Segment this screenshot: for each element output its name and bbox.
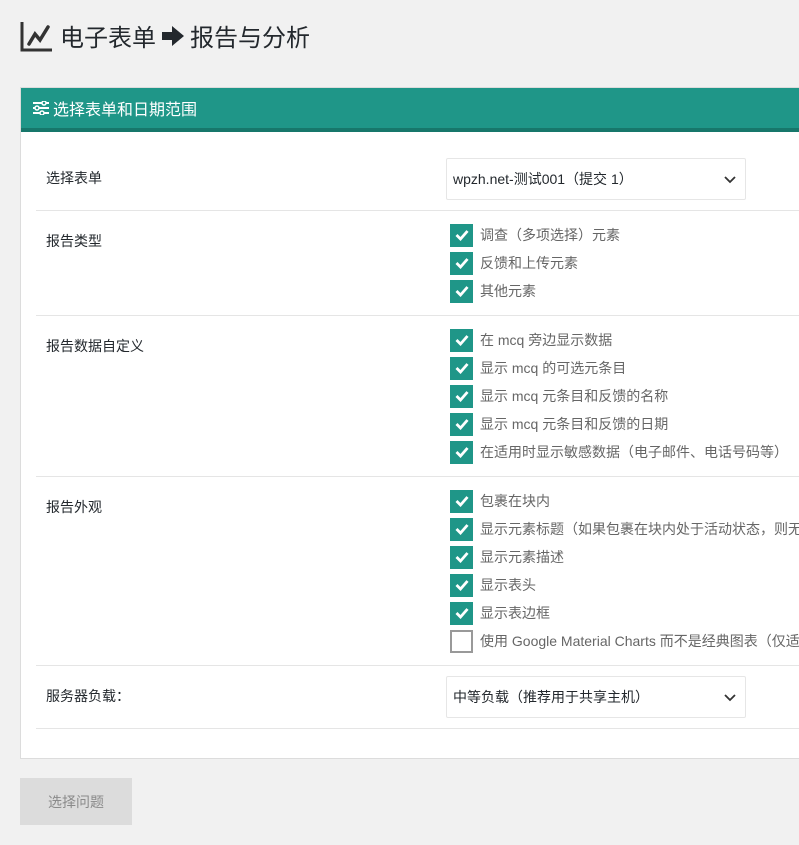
checkmark-icon [455, 552, 469, 563]
select-questions-button[interactable]: 选择问题 [20, 778, 132, 825]
checkbox-label: 包裹在块内 [480, 493, 550, 509]
checkbox-option[interactable]: 显示表头 [450, 571, 799, 599]
row-report-type: 报告类型 调查（多项选择）元素 反馈和上传元素 其他元素 [36, 211, 799, 316]
checkbox-label: 显示 mcq 的可选元条目 [480, 360, 627, 376]
server-load-select[interactable]: 中等负载（推荐用于共享主机） [446, 676, 746, 718]
checkbox-checked[interactable] [450, 517, 473, 541]
checkbox-checked[interactable] [450, 573, 473, 597]
panel-title: 选择表单和日期范围 [53, 102, 198, 119]
checkbox-label: 反馈和上传元素 [480, 255, 578, 271]
checkbox-label: 显示元素标题（如果包裹在块内处于活动状态，则无 [480, 521, 799, 537]
checkbox-checked[interactable] [450, 356, 473, 380]
chevron-down-icon [724, 176, 736, 184]
row-customization: 报告数据自定义 在 mcq 旁边显示数据 显示 mcq 的可选元条目显示 mcq … [36, 316, 799, 477]
checkbox-option[interactable]: 显示 mcq 元条目和反馈的名称 [450, 382, 788, 410]
checkbox-unchecked[interactable] [450, 629, 473, 653]
checkmark-icon [455, 230, 469, 241]
checkmark-icon [455, 335, 469, 346]
select-form-label: 选择表单 [46, 170, 102, 186]
row-appearance: 报告外观 包裹在块内显示元素标题（如果包裹在块内处于活动状态，则无 显示元素描述显… [36, 477, 799, 666]
checkbox-checked[interactable] [450, 489, 473, 513]
checkbox-option[interactable]: 显示表边框 [450, 599, 799, 627]
checkbox-option[interactable]: 显示 mcq 的可选元条目 [450, 354, 788, 382]
checkbox-checked[interactable] [450, 601, 473, 625]
checkmark-icon [455, 286, 469, 297]
customization-label: 报告数据自定义 [46, 338, 144, 354]
arrow-right-icon [162, 25, 184, 46]
checkmark-icon [455, 524, 469, 535]
form-date-panel: 选择表单和日期范围 选择表单 wpzh.net-测试001（提交 1） 报告类型… [20, 87, 799, 759]
checkbox-option[interactable]: 包裹在块内 [450, 487, 799, 515]
checkbox-option[interactable]: 反馈和上传元素 [450, 249, 620, 277]
checkbox-option[interactable]: 显示元素标题（如果包裹在块内处于活动状态，则无 [450, 515, 799, 543]
checkbox-option[interactable]: 在 mcq 旁边显示数据 [450, 326, 788, 354]
checkbox-option[interactable]: 调查（多项选择）元素 [450, 221, 620, 249]
checkbox-label: 显示元素描述 [480, 549, 564, 565]
row-select-form: 选择表单 wpzh.net-测试001（提交 1） [36, 132, 799, 211]
checkbox-checked[interactable] [450, 545, 473, 569]
row-server-load: 服务器负载： 中等负载（推荐用于共享主机） [36, 666, 799, 729]
chevron-down-icon [724, 694, 736, 702]
checkbox-label: 其他元素 [480, 283, 536, 299]
sliders-icon [33, 101, 49, 115]
checkbox-checked[interactable] [450, 223, 473, 247]
report-type-label: 报告类型 [46, 233, 102, 249]
customization-options: 在 mcq 旁边显示数据 显示 mcq 的可选元条目显示 mcq 元条目和反馈的名… [450, 326, 788, 466]
checkbox-checked[interactable] [450, 328, 473, 352]
checkbox-checked[interactable] [450, 440, 473, 464]
checkbox-option[interactable]: 在适用时显示敏感数据（电子邮件、电话号码等） [450, 438, 788, 466]
checkbox-label: 调查（多项选择）元素 [480, 227, 620, 243]
appearance-options: 包裹在块内显示元素标题（如果包裹在块内处于活动状态，则无 显示元素描述 显示表头显示… [450, 487, 799, 655]
checkbox-label: 显示表头 [480, 577, 536, 593]
checkmark-icon [455, 258, 469, 269]
checkmark-icon [455, 391, 469, 402]
checkbox-checked[interactable] [450, 412, 473, 436]
checkmark-icon [455, 608, 469, 619]
checkmark-icon [455, 580, 469, 591]
checkbox-label: 显示 mcq 元条目和反馈的名称 [480, 388, 669, 404]
checkbox-label: 显示 mcq 元条目和反馈的日期 [480, 416, 669, 432]
appearance-label: 报告外观 [46, 499, 102, 515]
server-load-label: 服务器负载： [46, 688, 130, 704]
checkbox-option[interactable]: 显示元素描述 [450, 543, 799, 571]
form-select[interactable]: wpzh.net-测试001（提交 1） [446, 158, 746, 200]
title-report-label: 报告与分析 [190, 25, 310, 52]
chart-line-icon [20, 21, 52, 51]
checkbox-option[interactable]: 使用 Google Material Charts 而不是经典图表（仅适 [450, 627, 799, 655]
checkbox-option[interactable]: 显示 mcq 元条目和反馈的日期 [450, 410, 788, 438]
checkmark-icon [455, 496, 469, 507]
checkmark-icon [455, 419, 469, 430]
title-form-label: 电子表单 [60, 25, 156, 52]
checkbox-label: 在适用时显示敏感数据（电子邮件、电话号码等） [480, 444, 788, 460]
checkmark-icon [455, 363, 469, 374]
panel-header: 选择表单和日期范围 [21, 88, 799, 132]
checkbox-checked[interactable] [450, 384, 473, 408]
report-type-options: 调查（多项选择）元素 反馈和上传元素 其他元素 [450, 221, 620, 305]
checkbox-checked[interactable] [450, 279, 473, 303]
form-select-value: wpzh.net-测试001（提交 1） [453, 171, 633, 187]
checkbox-label: 在 mcq 旁边显示数据 [480, 332, 613, 348]
checkmark-icon [455, 447, 469, 458]
server-load-value: 中等负载（推荐用于共享主机） [453, 689, 649, 705]
checkbox-checked[interactable] [450, 251, 473, 275]
checkbox-option[interactable]: 其他元素 [450, 277, 620, 305]
checkbox-label: 使用 Google Material Charts 而不是经典图表（仅适 [480, 633, 799, 649]
page-title: 电子表单 报告与分析 [20, 18, 310, 53]
checkbox-label: 显示表边框 [480, 605, 550, 621]
